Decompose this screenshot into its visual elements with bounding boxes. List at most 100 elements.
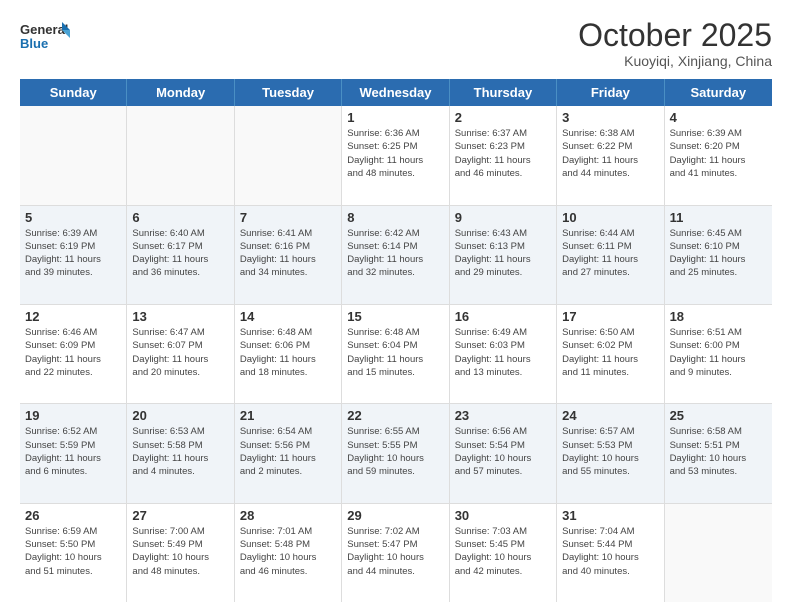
day-number: 7 xyxy=(240,210,336,225)
subtitle: Kuoyiqi, Xinjiang, China xyxy=(578,53,772,69)
day-number: 6 xyxy=(132,210,228,225)
day-number: 26 xyxy=(25,508,121,523)
header-day-thursday: Thursday xyxy=(450,79,557,106)
day-info: Sunrise: 6:50 AMSunset: 6:02 PMDaylight:… xyxy=(562,326,658,379)
day-info: Sunrise: 6:58 AMSunset: 5:51 PMDaylight:… xyxy=(670,425,767,478)
day-info: Sunrise: 6:36 AMSunset: 6:25 PMDaylight:… xyxy=(347,127,443,180)
day-info: Sunrise: 6:44 AMSunset: 6:11 PMDaylight:… xyxy=(562,227,658,280)
day-cell-9: 9 Sunrise: 6:43 AMSunset: 6:13 PMDaylight… xyxy=(450,206,557,304)
empty-cell xyxy=(20,106,127,204)
calendar-row-4: 19 Sunrise: 6:52 AMSunset: 5:59 PMDayligh… xyxy=(20,404,772,503)
day-number: 24 xyxy=(562,408,658,423)
day-cell-13: 13Sunrise: 6:47 AMSunset: 6:07 PMDayligh… xyxy=(127,305,234,403)
day-info: Sunrise: 7:04 AMSunset: 5:44 PMDaylight:… xyxy=(562,525,658,578)
day-info: Sunrise: 6:55 AMSunset: 5:55 PMDaylight:… xyxy=(347,425,443,478)
day-cell-24: 24 Sunrise: 6:57 AMSunset: 5:53 PMDayligh… xyxy=(557,404,664,502)
day-info: Sunrise: 6:51 AMSunset: 6:00 PMDaylight:… xyxy=(670,326,767,379)
calendar: SundayMondayTuesdayWednesdayThursdayFrid… xyxy=(20,79,772,602)
day-number: 17 xyxy=(562,309,658,324)
day-info: Sunrise: 6:39 AMSunset: 6:19 PMDaylight:… xyxy=(25,227,121,280)
day-number: 3 xyxy=(562,110,658,125)
day-cell-31: 31Sunrise: 7:04 AMSunset: 5:44 PMDayligh… xyxy=(557,504,664,602)
day-cell-17: 17 Sunrise: 6:50 AMSunset: 6:02 PMDayligh… xyxy=(557,305,664,403)
logo-svg: General Blue xyxy=(20,18,70,58)
day-cell-15: 15Sunrise: 6:48 AMSunset: 6:04 PMDayligh… xyxy=(342,305,449,403)
page: General Blue October 2025 Kuoyiqi, Xinji… xyxy=(0,0,792,612)
main-title: October 2025 xyxy=(578,18,772,53)
day-info: Sunrise: 6:54 AMSunset: 5:56 PMDaylight:… xyxy=(240,425,336,478)
day-number: 2 xyxy=(455,110,551,125)
day-info: Sunrise: 6:57 AMSunset: 5:53 PMDaylight:… xyxy=(562,425,658,478)
day-cell-27: 27Sunrise: 7:00 AMSunset: 5:49 PMDayligh… xyxy=(127,504,234,602)
day-info: Sunrise: 6:38 AMSunset: 6:22 PMDaylight:… xyxy=(562,127,658,180)
day-number: 10 xyxy=(562,210,658,225)
day-info: Sunrise: 6:56 AMSunset: 5:54 PMDaylight:… xyxy=(455,425,551,478)
calendar-row-5: 26 Sunrise: 6:59 AMSunset: 5:50 PMDayligh… xyxy=(20,504,772,602)
day-cell-29: 29Sunrise: 7:02 AMSunset: 5:47 PMDayligh… xyxy=(342,504,449,602)
day-info: Sunrise: 6:46 AMSunset: 6:09 PMDaylight:… xyxy=(25,326,121,379)
day-number: 18 xyxy=(670,309,767,324)
calendar-header: SundayMondayTuesdayWednesdayThursdayFrid… xyxy=(20,79,772,106)
day-cell-30: 30 Sunrise: 7:03 AMSunset: 5:45 PMDayligh… xyxy=(450,504,557,602)
day-number: 27 xyxy=(132,508,228,523)
day-cell-28: 28 Sunrise: 7:01 AMSunset: 5:48 PMDayligh… xyxy=(235,504,342,602)
day-cell-26: 26 Sunrise: 6:59 AMSunset: 5:50 PMDayligh… xyxy=(20,504,127,602)
day-cell-19: 19 Sunrise: 6:52 AMSunset: 5:59 PMDayligh… xyxy=(20,404,127,502)
calendar-row-1: 1 Sunrise: 6:36 AMSunset: 6:25 PMDaylight… xyxy=(20,106,772,205)
day-info: Sunrise: 6:45 AMSunset: 6:10 PMDaylight:… xyxy=(670,227,767,280)
day-cell-5: 5 Sunrise: 6:39 AMSunset: 6:19 PMDaylight… xyxy=(20,206,127,304)
day-number: 8 xyxy=(347,210,443,225)
header-day-monday: Monday xyxy=(127,79,234,106)
day-info: Sunrise: 7:01 AMSunset: 5:48 PMDaylight:… xyxy=(240,525,336,578)
day-number: 11 xyxy=(670,210,767,225)
day-cell-12: 12 Sunrise: 6:46 AMSunset: 6:09 PMDayligh… xyxy=(20,305,127,403)
svg-text:Blue: Blue xyxy=(20,36,48,51)
day-info: Sunrise: 6:53 AMSunset: 5:58 PMDaylight:… xyxy=(132,425,228,478)
day-number: 1 xyxy=(347,110,443,125)
day-number: 5 xyxy=(25,210,121,225)
day-number: 20 xyxy=(132,408,228,423)
day-info: Sunrise: 6:39 AMSunset: 6:20 PMDaylight:… xyxy=(670,127,767,180)
day-cell-25: 25Sunrise: 6:58 AMSunset: 5:51 PMDayligh… xyxy=(665,404,772,502)
day-info: Sunrise: 7:03 AMSunset: 5:45 PMDaylight:… xyxy=(455,525,551,578)
day-cell-8: 8Sunrise: 6:42 AMSunset: 6:14 PMDaylight… xyxy=(342,206,449,304)
day-cell-2: 2 Sunrise: 6:37 AMSunset: 6:23 PMDaylight… xyxy=(450,106,557,204)
day-number: 28 xyxy=(240,508,336,523)
day-info: Sunrise: 6:52 AMSunset: 5:59 PMDaylight:… xyxy=(25,425,121,478)
day-info: Sunrise: 7:02 AMSunset: 5:47 PMDaylight:… xyxy=(347,525,443,578)
day-number: 19 xyxy=(25,408,121,423)
day-info: Sunrise: 6:49 AMSunset: 6:03 PMDaylight:… xyxy=(455,326,551,379)
day-number: 12 xyxy=(25,309,121,324)
day-cell-1: 1 Sunrise: 6:36 AMSunset: 6:25 PMDaylight… xyxy=(342,106,449,204)
day-number: 14 xyxy=(240,309,336,324)
empty-cell xyxy=(235,106,342,204)
day-info: Sunrise: 6:43 AMSunset: 6:13 PMDaylight:… xyxy=(455,227,551,280)
day-info: Sunrise: 6:37 AMSunset: 6:23 PMDaylight:… xyxy=(455,127,551,180)
day-number: 30 xyxy=(455,508,551,523)
calendar-row-3: 12 Sunrise: 6:46 AMSunset: 6:09 PMDayligh… xyxy=(20,305,772,404)
svg-text:General: General xyxy=(20,22,68,37)
day-info: Sunrise: 6:40 AMSunset: 6:17 PMDaylight:… xyxy=(132,227,228,280)
day-info: Sunrise: 6:59 AMSunset: 5:50 PMDaylight:… xyxy=(25,525,121,578)
header-day-friday: Friday xyxy=(557,79,664,106)
header-day-sunday: Sunday xyxy=(20,79,127,106)
day-cell-16: 16 Sunrise: 6:49 AMSunset: 6:03 PMDayligh… xyxy=(450,305,557,403)
empty-cell xyxy=(127,106,234,204)
day-info: Sunrise: 6:48 AMSunset: 6:04 PMDaylight:… xyxy=(347,326,443,379)
day-cell-23: 23Sunrise: 6:56 AMSunset: 5:54 PMDayligh… xyxy=(450,404,557,502)
day-cell-4: 4Sunrise: 6:39 AMSunset: 6:20 PMDaylight… xyxy=(665,106,772,204)
day-cell-3: 3 Sunrise: 6:38 AMSunset: 6:22 PMDaylight… xyxy=(557,106,664,204)
day-info: Sunrise: 6:48 AMSunset: 6:06 PMDaylight:… xyxy=(240,326,336,379)
day-number: 9 xyxy=(455,210,551,225)
day-cell-14: 14 Sunrise: 6:48 AMSunset: 6:06 PMDayligh… xyxy=(235,305,342,403)
day-cell-7: 7Sunrise: 6:41 AMSunset: 6:16 PMDaylight… xyxy=(235,206,342,304)
header-day-wednesday: Wednesday xyxy=(342,79,449,106)
day-cell-22: 22Sunrise: 6:55 AMSunset: 5:55 PMDayligh… xyxy=(342,404,449,502)
day-number: 16 xyxy=(455,309,551,324)
day-number: 21 xyxy=(240,408,336,423)
day-info: Sunrise: 6:47 AMSunset: 6:07 PMDaylight:… xyxy=(132,326,228,379)
day-cell-6: 6 Sunrise: 6:40 AMSunset: 6:17 PMDaylight… xyxy=(127,206,234,304)
logo: General Blue xyxy=(20,18,70,58)
header-day-saturday: Saturday xyxy=(665,79,772,106)
title-block: October 2025 Kuoyiqi, Xinjiang, China xyxy=(578,18,772,69)
